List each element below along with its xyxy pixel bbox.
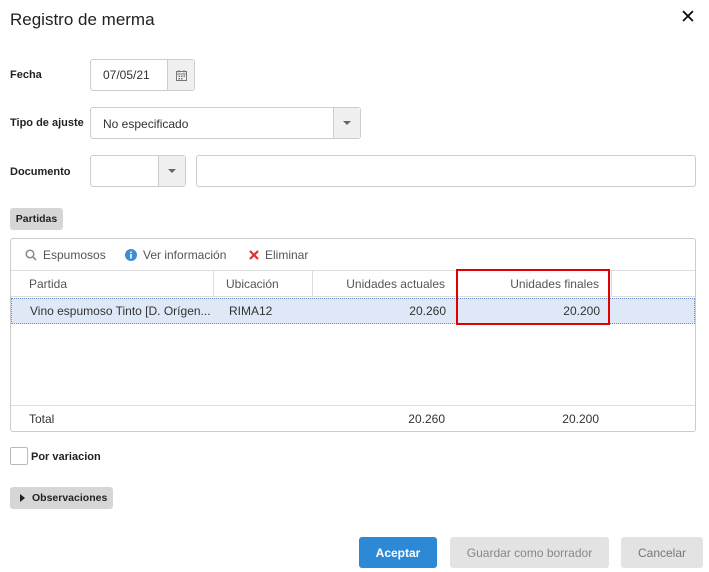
eliminar-button[interactable]: Eliminar [249,248,308,262]
ver-informacion-label: Ver información [143,248,227,262]
espumosos-button[interactable]: Espumosos [25,248,106,262]
row-ubicacion: RIMA12 [229,304,273,318]
calendar-icon[interactable] [167,60,194,90]
footer-total-label: Total [29,412,55,426]
delete-icon [249,250,259,260]
row-unidades-actuales: 20.260 [409,304,446,318]
grid-footer: Total 20.260 20.200 [11,405,695,431]
info-icon [125,249,137,261]
documento-type-select[interactable] [90,155,186,187]
column-header-unidades-actuales[interactable]: Unidades actuales [312,271,457,297]
tipo-ajuste-select[interactable]: No especificado [90,107,361,139]
tipo-ajuste-label: Tipo de ajuste [10,117,84,129]
fecha-label: Fecha [10,69,42,81]
por-variacion-checkbox[interactable] [10,447,28,465]
caret-right-icon [20,494,25,502]
cancelar-button[interactable]: Cancelar [621,537,703,568]
dialog-title: Registro de merma [10,10,155,29]
partidas-grid: Espumosos Ver información Eliminar Parti… [10,238,696,432]
footer-total-actuales: 20.260 [408,412,445,426]
observaciones-label: Observaciones [32,492,108,504]
footer-total-finales: 20.200 [562,412,599,426]
search-icon [25,249,37,261]
fecha-value[interactable]: 07/05/21 [103,68,150,82]
close-icon[interactable]: ✕ [679,8,697,27]
tipo-ajuste-value: No especificado [103,117,189,131]
column-header-ubicacion[interactable]: Ubicación [213,271,312,297]
row-partida: Vino espumoso Tinto [D. Orígen... [30,304,211,318]
partidas-section-label: Partidas [10,208,63,230]
eliminar-label: Eliminar [265,248,309,262]
observaciones-toggle[interactable]: Observaciones [10,487,113,509]
column-header-partida[interactable]: Partida [17,271,213,297]
por-variacion-label: Por variacion [31,451,101,463]
espumosos-label: Espumosos [43,248,106,262]
documento-input[interactable] [196,155,696,187]
highlight-box [456,269,610,325]
chevron-down-icon[interactable] [158,156,185,186]
ver-informacion-button[interactable]: Ver información [125,248,226,262]
column-header-empty [611,271,695,297]
fecha-field[interactable]: 07/05/21 [90,59,195,91]
guardar-borrador-button[interactable]: Guardar como borrador [450,537,609,568]
aceptar-button[interactable]: Aceptar [359,537,437,568]
documento-label: Documento [10,166,71,178]
chevron-down-icon[interactable] [333,108,360,138]
grid-toolbar: Espumosos Ver información Eliminar [11,239,695,271]
